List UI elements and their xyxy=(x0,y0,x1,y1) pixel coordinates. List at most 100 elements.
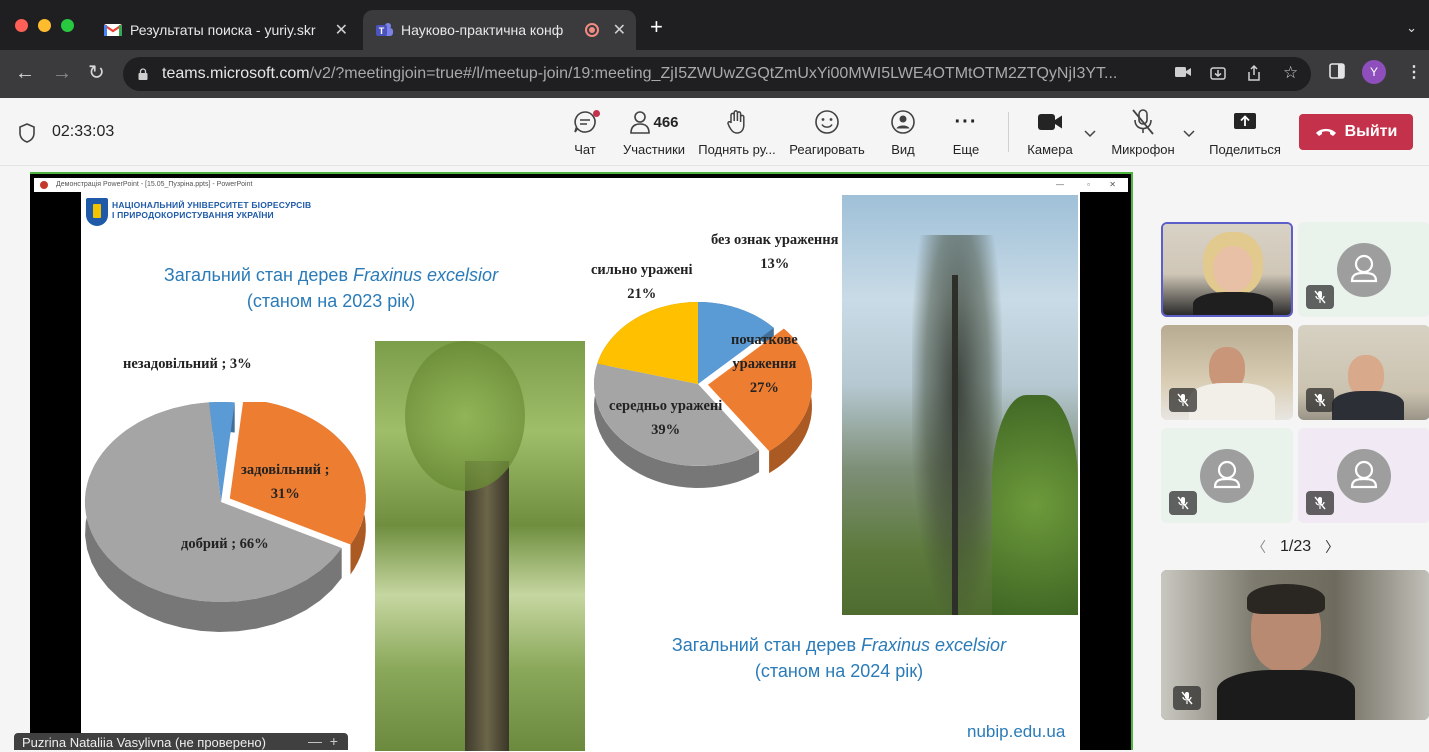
self-video-tile[interactable] xyxy=(1161,570,1429,720)
share-label: Поделиться xyxy=(1209,142,1281,157)
new-tab-button[interactable]: + xyxy=(650,16,663,38)
pie-2024-label-initial-value: 27% xyxy=(749,380,779,396)
view-button[interactable]: Вид xyxy=(886,106,920,157)
tab-title: Науково-практична конф xyxy=(401,22,564,38)
view-label: Вид xyxy=(891,142,915,157)
share-screen-icon xyxy=(1234,113,1256,129)
back-button[interactable]: ← xyxy=(15,62,35,84)
title-2024-prefix: Загальний стан дерев xyxy=(671,635,862,655)
raise-hand-icon xyxy=(727,110,745,134)
meeting-timer: 02:33:03 xyxy=(52,123,115,140)
muted-mic-icon xyxy=(1306,285,1334,309)
participant-video-tile[interactable] xyxy=(1161,325,1293,420)
participant-video-tile[interactable] xyxy=(1298,325,1429,420)
camera-label: Камера xyxy=(1027,142,1073,157)
participant-avatar-tile[interactable] xyxy=(1298,428,1429,523)
participant-avatar-tile[interactable] xyxy=(1298,222,1429,317)
powerpoint-title-bar: Демонстрація PowerPoint - [15.05_Пузріна… xyxy=(34,178,1128,192)
more-dots-icon: ··· xyxy=(954,110,978,133)
microphone-label: Микрофон xyxy=(1111,142,1175,157)
participants-count: 466 xyxy=(653,113,679,131)
raise-hand-button[interactable]: Поднять ру... xyxy=(696,106,778,157)
tab-search-chevron-icon[interactable]: ⌄ xyxy=(1406,20,1417,36)
share-page-icon[interactable] xyxy=(1247,64,1261,85)
presenter-name: Puzrina Nataliia Vasylivna (не проверено… xyxy=(22,735,266,750)
more-label: Еще xyxy=(952,142,980,157)
muted-mic-icon xyxy=(1169,491,1197,515)
powerpoint-window-title: Демонстрація PowerPoint - [15.05_Пузріна… xyxy=(56,181,253,188)
pie-2024-label-initial: початкове ураження 27% xyxy=(731,328,798,400)
university-logo xyxy=(86,198,108,226)
more-button[interactable]: ··· Еще xyxy=(948,106,984,158)
share-button[interactable]: Поделиться xyxy=(1207,106,1283,157)
browser-tab-gmail[interactable]: Результаты поиска - yuriy.skr ✕ xyxy=(92,10,358,50)
url-bar[interactable]: teams.microsoft.com/v2/?meetingjoin=true… xyxy=(123,57,1311,91)
forward-button[interactable]: → xyxy=(52,62,72,84)
title-2024-species: Fraxinus excelsior xyxy=(861,635,1007,655)
side-panel-icon[interactable] xyxy=(1329,63,1345,84)
react-button[interactable]: Реагировать xyxy=(787,106,867,157)
participant-video-tile[interactable] xyxy=(1161,222,1293,317)
reload-button[interactable]: ↻ xyxy=(88,62,105,84)
title-2023-year: (станом на 2023 рік) xyxy=(246,291,416,311)
camera-options-chevron-icon[interactable] xyxy=(1084,127,1096,141)
participant-avatar-tile[interactable] xyxy=(1161,428,1293,523)
pie-2024-label-initial-name: початкове xyxy=(731,332,798,348)
page-indicator: 1/23 xyxy=(1280,538,1312,555)
person-icon xyxy=(630,111,651,134)
university-name-line: НАЦІОНАЛЬНИЙ УНІВЕРСИТЕТ БІОРЕСУРСІВ xyxy=(112,200,312,210)
camera-in-use-icon[interactable] xyxy=(1175,65,1191,82)
previous-page-chevron-icon[interactable]: 〈 xyxy=(1252,537,1266,557)
install-app-icon[interactable] xyxy=(1210,65,1226,85)
toolbar-divider xyxy=(1008,112,1009,152)
maximize-window-button[interactable] xyxy=(61,19,74,32)
shared-screen[interactable]: Демонстрація PowerPoint - [15.05_Пузріна… xyxy=(30,172,1133,752)
presenter-name-tag: Puzrina Nataliia Vasylivna (не проверено… xyxy=(14,733,348,750)
close-window-button[interactable] xyxy=(15,19,28,32)
pie-2024-label-moderate-value: 39% xyxy=(651,422,681,438)
browser-tab-teams[interactable]: T Науково-практична конф ✕ xyxy=(363,10,636,50)
mic-off-icon xyxy=(1132,109,1154,135)
gallery-pager: 〈 1/23 〉 xyxy=(1252,537,1339,557)
teams-icon: T xyxy=(376,23,393,36)
microphone-button[interactable]: Микрофон xyxy=(1108,106,1178,157)
pie-2023-label-unsatisfactory: незадовільний ; 3% xyxy=(123,356,252,372)
minimize-icon: — xyxy=(1056,180,1064,189)
pie-2023-label-good: добрий ; 66% xyxy=(181,536,269,552)
participants-button[interactable]: 466 Участники xyxy=(620,106,688,157)
url-path: /v2/?meetingjoin=true#/l/meetup-join/19:… xyxy=(309,65,1118,82)
recording-icon xyxy=(585,23,599,37)
pie-2023-label-satisfactory-name: задовільний ; xyxy=(241,462,330,478)
profile-avatar[interactable]: Y xyxy=(1362,60,1386,84)
muted-mic-icon xyxy=(1169,388,1197,412)
bookmark-star-icon[interactable]: ☆ xyxy=(1283,63,1298,83)
pie-2024-label-moderate-name: середньо уражені xyxy=(609,398,723,414)
pie-2024-label-severe: сильно уражені 21% xyxy=(591,258,693,306)
minimize-expand-icons[interactable]: — + xyxy=(308,733,338,749)
meeting-info-shield-icon[interactable] xyxy=(18,123,36,143)
title-2024: Загальний стан дерев Fraxinus excelsior … xyxy=(649,632,1029,684)
camera-button[interactable]: Камера xyxy=(1022,106,1078,157)
restore-icon: ▫ xyxy=(1087,180,1090,189)
muted-mic-icon xyxy=(1306,388,1334,412)
next-page-chevron-icon[interactable]: 〉 xyxy=(1325,537,1339,557)
muted-mic-icon xyxy=(1173,686,1201,710)
close-tab-icon[interactable]: ✕ xyxy=(335,20,348,40)
leave-button[interactable]: Выйти xyxy=(1299,114,1413,150)
browser-menu-icon[interactable]: ⋮ xyxy=(1406,62,1422,82)
pie-2024-label-moderate: середньо уражені 39% xyxy=(609,394,722,442)
person-placeholder-icon xyxy=(1200,448,1254,503)
smiley-icon xyxy=(815,110,839,134)
url-text: teams.microsoft.com/v2/?meetingjoin=true… xyxy=(162,65,1162,83)
mic-options-chevron-icon[interactable] xyxy=(1183,127,1195,141)
close-tab-icon[interactable]: ✕ xyxy=(613,20,626,40)
svg-text:T: T xyxy=(379,26,385,36)
view-icon xyxy=(891,110,915,134)
raise-hand-label: Поднять ру... xyxy=(698,142,776,157)
minimize-window-button[interactable] xyxy=(38,19,51,32)
close-icon: ✕ xyxy=(1109,180,1116,189)
pie-2023-label-satisfactory-value: 31% xyxy=(270,486,300,502)
leave-label: Выйти xyxy=(1344,123,1398,140)
pie-2024-label-severe-value: 21% xyxy=(627,286,657,302)
title-2023-species: Fraxinus excelsior xyxy=(353,265,499,285)
